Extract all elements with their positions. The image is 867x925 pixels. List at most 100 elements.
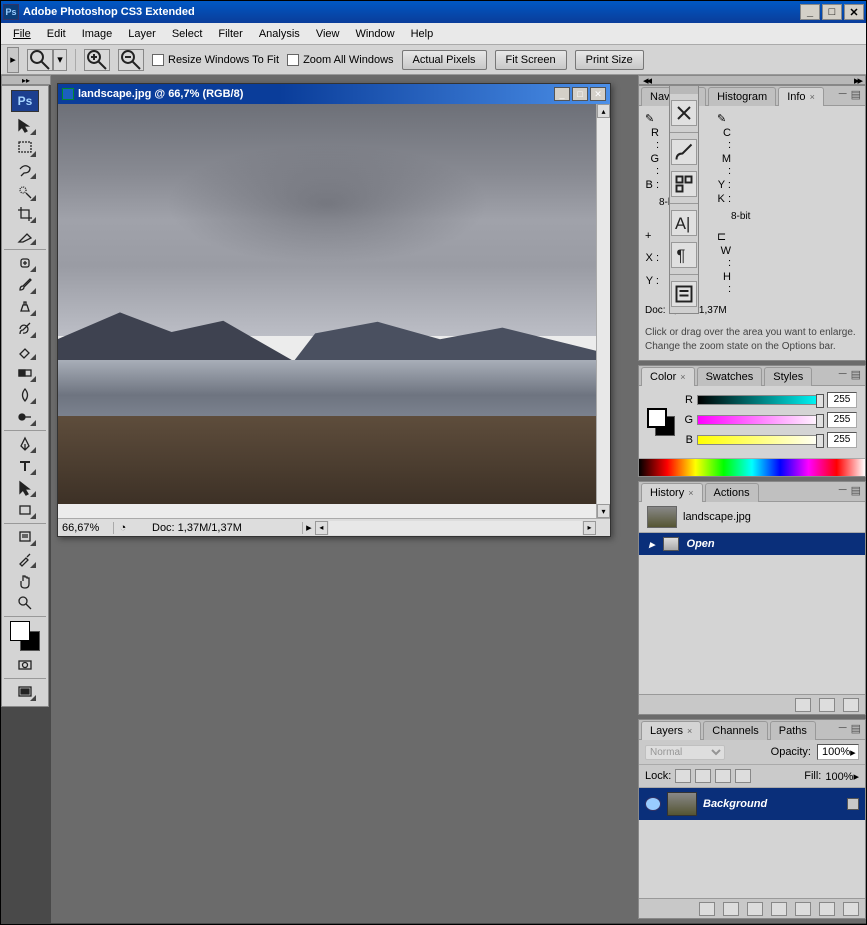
- maximize-button[interactable]: □: [822, 4, 842, 20]
- panel-icon-brushes[interactable]: [671, 100, 697, 126]
- b-value[interactable]: 255: [827, 432, 857, 448]
- panel-minimize-icon[interactable]: ─: [839, 484, 847, 497]
- menu-filter[interactable]: Filter: [210, 26, 250, 42]
- panel-icon-clone[interactable]: [671, 139, 697, 165]
- history-state-open[interactable]: ▸ Open: [639, 533, 865, 555]
- panel-menu-icon[interactable]: ▤: [851, 88, 861, 101]
- lock-all-icon[interactable]: [735, 769, 751, 783]
- menu-select[interactable]: Select: [164, 26, 211, 42]
- quick-select-tool[interactable]: [13, 182, 37, 202]
- move-tool[interactable]: [13, 116, 37, 136]
- zoom-out-icon[interactable]: [118, 49, 144, 71]
- new-group-icon[interactable]: [795, 902, 811, 916]
- dodge-tool[interactable]: [13, 407, 37, 427]
- menu-layer[interactable]: Layer: [120, 26, 164, 42]
- brush-tool[interactable]: [13, 275, 37, 295]
- menu-view[interactable]: View: [308, 26, 348, 42]
- menu-edit[interactable]: Edit: [39, 26, 74, 42]
- fit-screen-button[interactable]: Fit Screen: [495, 50, 567, 70]
- fill-value[interactable]: 100%▸: [825, 770, 859, 783]
- doc-maximize-button[interactable]: □: [572, 87, 588, 101]
- tab-info[interactable]: Info×: [778, 87, 824, 106]
- tool-preset-dropdown[interactable]: ▾: [53, 49, 67, 71]
- quick-mask-tool[interactable]: [13, 655, 37, 675]
- dock-header[interactable]: ◂◂▸▸: [638, 75, 866, 85]
- tab-actions[interactable]: Actions: [705, 483, 759, 502]
- screen-mode-tool[interactable]: [13, 682, 37, 702]
- minimize-button[interactable]: _: [800, 4, 820, 20]
- type-tool[interactable]: [13, 456, 37, 476]
- lock-transparency-icon[interactable]: [675, 769, 691, 783]
- r-value[interactable]: 255: [827, 392, 857, 408]
- vertical-scrollbar[interactable]: ▴▾: [596, 104, 610, 518]
- panel-icon-tool-presets[interactable]: [671, 171, 697, 197]
- horizontal-scrollbar[interactable]: ◂▸: [315, 521, 596, 535]
- actual-pixels-button[interactable]: Actual Pixels: [402, 50, 487, 70]
- panel-menu-icon[interactable]: ▤: [851, 722, 861, 735]
- new-snapshot-icon[interactable]: [819, 698, 835, 712]
- clone-stamp-tool[interactable]: [13, 297, 37, 317]
- resize-windows-checkbox[interactable]: Resize Windows To Fit: [152, 54, 279, 66]
- panel-icon-layer-comps[interactable]: [671, 281, 697, 307]
- notes-tool[interactable]: [13, 527, 37, 547]
- history-brush-tool[interactable]: [13, 319, 37, 339]
- new-doc-from-state-icon[interactable]: [795, 698, 811, 712]
- tab-paths[interactable]: Paths: [770, 721, 816, 740]
- blur-tool[interactable]: [13, 385, 37, 405]
- link-layers-icon[interactable]: [699, 902, 715, 916]
- gradient-tool[interactable]: [13, 363, 37, 383]
- layer-visibility-icon[interactable]: [645, 797, 661, 811]
- new-layer-icon[interactable]: [819, 902, 835, 916]
- tab-color[interactable]: Color×: [641, 367, 695, 386]
- menu-image[interactable]: Image: [74, 26, 121, 42]
- layer-background[interactable]: Background: [639, 788, 865, 820]
- tool-preset-zoom[interactable]: [27, 49, 53, 71]
- shape-tool[interactable]: [13, 500, 37, 520]
- layer-style-icon[interactable]: [723, 902, 739, 916]
- blend-mode-select[interactable]: Normal: [645, 745, 725, 760]
- doc-close-button[interactable]: ✕: [590, 87, 606, 101]
- menu-analysis[interactable]: Analysis: [251, 26, 308, 42]
- adjustment-layer-icon[interactable]: [771, 902, 787, 916]
- zoom-tool[interactable]: [13, 593, 37, 613]
- zoom-all-checkbox[interactable]: Zoom All Windows: [287, 54, 393, 66]
- hand-tool[interactable]: [13, 571, 37, 591]
- slice-tool[interactable]: [13, 226, 37, 246]
- pen-tool[interactable]: [13, 434, 37, 454]
- tab-swatches[interactable]: Swatches: [697, 367, 763, 386]
- tab-styles[interactable]: Styles: [764, 367, 812, 386]
- marquee-tool[interactable]: [13, 138, 37, 158]
- close-button[interactable]: ✕: [844, 4, 864, 20]
- g-slider[interactable]: [697, 415, 823, 425]
- print-size-button[interactable]: Print Size: [575, 50, 644, 70]
- delete-state-icon[interactable]: [843, 698, 859, 712]
- zoom-level[interactable]: 66,67%: [58, 522, 114, 534]
- b-slider[interactable]: [697, 435, 823, 445]
- color-spectrum[interactable]: [639, 458, 865, 476]
- zoom-in-icon[interactable]: [84, 49, 110, 71]
- options-expand[interactable]: ▸: [7, 47, 19, 73]
- tab-channels[interactable]: Channels: [703, 721, 767, 740]
- tab-history[interactable]: History×: [641, 483, 703, 502]
- g-value[interactable]: 255: [827, 412, 857, 428]
- eyedropper-tool[interactable]: [13, 549, 37, 569]
- document-canvas[interactable]: [58, 104, 596, 518]
- doc-minimize-button[interactable]: _: [554, 87, 570, 101]
- delete-layer-icon[interactable]: [843, 902, 859, 916]
- ps-badge[interactable]: Ps: [11, 90, 39, 112]
- tab-histogram[interactable]: Histogram: [708, 87, 776, 106]
- lock-pixels-icon[interactable]: [695, 769, 711, 783]
- panel-icon-paragraph[interactable]: ¶: [671, 242, 697, 268]
- layer-mask-icon[interactable]: [747, 902, 763, 916]
- opacity-value[interactable]: 100%▸: [817, 744, 859, 760]
- tab-layers[interactable]: Layers×: [641, 721, 701, 740]
- toolbox-collapse[interactable]: ▸▸: [1, 75, 51, 85]
- eraser-tool[interactable]: [13, 341, 37, 361]
- r-slider[interactable]: [697, 395, 823, 405]
- panel-minimize-icon[interactable]: ─: [839, 722, 847, 735]
- menu-help[interactable]: Help: [403, 26, 442, 42]
- lasso-tool[interactable]: [13, 160, 37, 180]
- document-titlebar[interactable]: landscape.jpg @ 66,7% (RGB/8) _ □ ✕: [58, 84, 610, 104]
- color-swatches[interactable]: [10, 621, 40, 651]
- path-select-tool[interactable]: [13, 478, 37, 498]
